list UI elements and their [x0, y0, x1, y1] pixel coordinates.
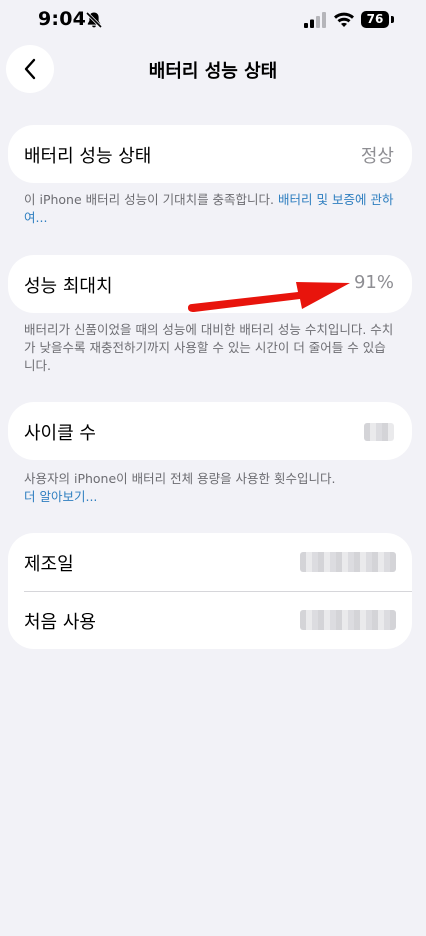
cycle-count-card: 사이클 수 [8, 402, 412, 460]
max-capacity-value: 91% [353, 272, 394, 293]
manufacture-date-label: 제조일 [24, 554, 74, 575]
battery-health-card: 배터리 성능 상태 정상 [8, 125, 412, 183]
cycle-count-value-redacted [364, 423, 394, 441]
status-bar: 9:04 76 [0, 0, 426, 40]
cycle-count-note: 사용자의 iPhone이 배터리 전체 용량을 사용한 횟수입니다. 더 알아보… [24, 470, 396, 506]
battery-icon: 76 [361, 11, 395, 28]
max-capacity-label: 성능 최대치 [24, 276, 113, 297]
dates-card: 제조일 처음 사용 [8, 533, 412, 649]
battery-health-note-text: 이 iPhone 배터리 성능이 기대치를 충족합니다. [24, 192, 275, 207]
wifi-icon [334, 12, 354, 27]
cycle-count-label: 사이클 수 [24, 423, 96, 444]
battery-health-value: 정상 [360, 146, 394, 167]
first-use-value-redacted [300, 610, 396, 630]
battery-level: 76 [361, 11, 389, 28]
first-use-label: 처음 사용 [24, 612, 96, 633]
red-arrow-annotation [188, 282, 350, 312]
learn-more-link[interactable]: 더 알아보기... [24, 489, 97, 504]
battery-health-note: 이 iPhone 배터리 성능이 기대치를 충족합니다. 배터리 및 보증에 관… [24, 191, 396, 227]
cycle-count-note-text: 사용자의 iPhone이 배터리 전체 용량을 사용한 횟수입니다. [24, 471, 336, 486]
manufacture-date-value-redacted [300, 552, 396, 572]
page-title: 배터리 성능 상태 [148, 61, 278, 82]
bell-slash-icon [85, 11, 103, 29]
cellular-signal-icon [304, 12, 326, 28]
battery-health-row: 배터리 성능 상태 정상 [8, 125, 412, 183]
battery-health-label: 배터리 성능 상태 [24, 146, 152, 167]
status-time: 9:04 [38, 8, 87, 30]
max-capacity-note: 배터리가 신품이었을 때의 성능에 대비한 배터리 성능 수치입니다. 수치가 … [24, 322, 394, 373]
manufacture-date-row: 제조일 [8, 533, 412, 591]
cycle-count-row: 사이클 수 [8, 402, 412, 460]
first-use-row: 처음 사용 [8, 591, 412, 649]
